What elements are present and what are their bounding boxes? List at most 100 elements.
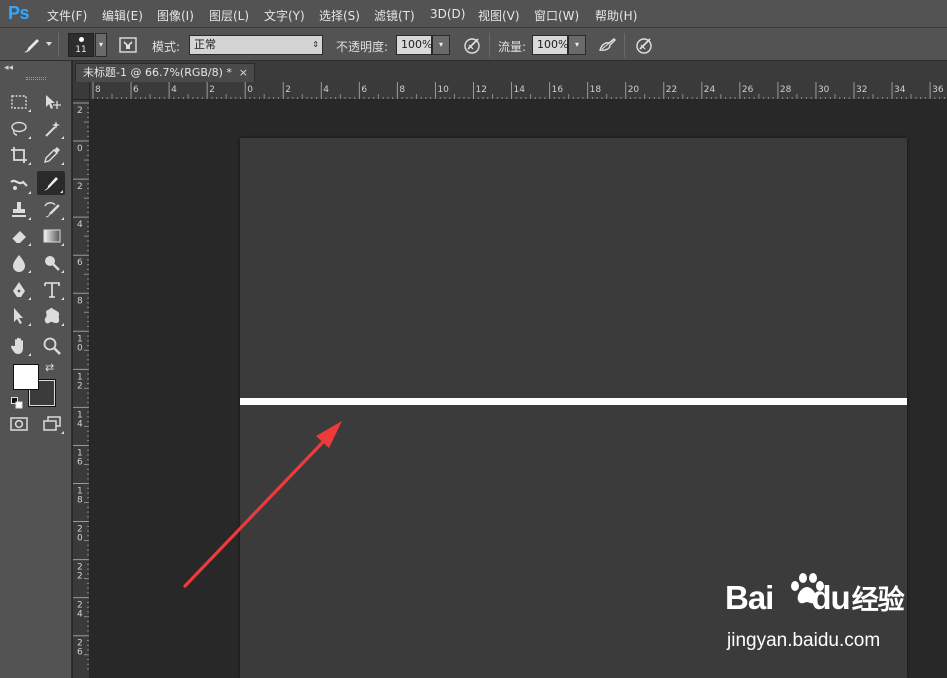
custom-shape-tool[interactable] xyxy=(38,304,66,328)
brush-preset-icon[interactable] xyxy=(20,34,42,56)
ruler-horizontal-label: 30 xyxy=(818,85,830,95)
spot-healing-tool[interactable] xyxy=(5,172,33,196)
baidu-jingyan-watermark: Bai du经验 jingyan.baidu.com xyxy=(725,573,945,678)
mode-select-chevron-icon: ⇕ xyxy=(312,40,319,49)
default-colors-icon[interactable] xyxy=(11,394,23,409)
hand-tool[interactable] xyxy=(5,334,33,358)
toolbox-grip[interactable] xyxy=(26,77,46,80)
ruler-vertical-label: 2 xyxy=(77,572,83,582)
menu-bar: Ps 文件(F) 编辑(E) 图像(I) 图层(L) 文字(Y) 选择(S) 滤… xyxy=(0,0,947,28)
ruler-horizontal-label: 8 xyxy=(95,85,101,95)
ruler-origin[interactable] xyxy=(73,82,90,100)
arrow-shaft xyxy=(183,440,325,588)
watermark-logo-bai: Bai xyxy=(725,579,774,616)
ruler-horizontal-label: 4 xyxy=(171,85,177,95)
watermark-url: jingyan.baidu.com xyxy=(727,630,881,651)
menu-3d[interactable]: 3D(D) xyxy=(430,7,465,21)
collapse-panel-icon[interactable]: ◂◂ xyxy=(4,63,13,73)
flow-input[interactable]: 100% xyxy=(532,35,568,55)
menu-image[interactable]: 图像(I) xyxy=(157,7,194,24)
separator xyxy=(624,33,625,57)
brush-panel-toggle-icon[interactable] xyxy=(117,34,139,56)
ruler-horizontal-label: 22 xyxy=(666,85,677,95)
ruler-horizontal-label: 16 xyxy=(552,85,564,95)
flow-dropdown-icon[interactable]: ▾ xyxy=(568,35,586,55)
menu-help[interactable]: 帮助(H) xyxy=(595,7,637,24)
ruler-vertical[interactable]: 202468101214161820222426 xyxy=(73,100,90,678)
brush-tool[interactable] xyxy=(37,171,65,195)
ruler-vertical-label: 0 xyxy=(77,144,83,154)
separator xyxy=(489,33,490,57)
ruler-horizontal-label: 32 xyxy=(856,85,867,95)
menu-filter[interactable]: 滤镜(T) xyxy=(374,7,415,24)
ruler-horizontal-label: 18 xyxy=(590,85,602,95)
quick-mask-icon[interactable] xyxy=(5,412,33,436)
marquee-tool[interactable] xyxy=(5,90,33,114)
brush-size-dropdown-icon[interactable]: ▾ xyxy=(95,33,107,57)
ruler-vertical-label: 4 xyxy=(77,419,83,429)
opacity-input[interactable]: 100% xyxy=(396,35,432,55)
ruler-vertical-label: 0 xyxy=(77,343,83,353)
path-selection-tool[interactable] xyxy=(5,304,33,328)
ruler-horizontal-label: 14 xyxy=(514,85,526,95)
eyedropper-tool[interactable] xyxy=(38,143,66,167)
ruler-horizontal-label: 24 xyxy=(704,85,716,95)
mode-select[interactable]: 正常 ⇕ xyxy=(189,35,323,55)
menu-type[interactable]: 文字(Y) xyxy=(264,7,305,24)
history-brush-tool[interactable] xyxy=(38,198,66,222)
ruler-horizontal-label: 8 xyxy=(399,85,405,95)
foreground-color-swatch[interactable] xyxy=(13,364,39,390)
ruler-horizontal-label: 36 xyxy=(932,85,944,95)
ruler-vertical-label: 0 xyxy=(77,534,83,544)
ruler-horizontal-label: 6 xyxy=(133,85,139,95)
document-tab-bar: 未标题-1 @ 66.7%(RGB/8) * × xyxy=(73,61,947,82)
ruler-horizontal-label: 28 xyxy=(780,85,792,95)
ruler-horizontal-label: 10 xyxy=(437,85,449,95)
flow-label: 流量: xyxy=(498,40,527,54)
swap-colors-icon[interactable]: ⇄ xyxy=(45,361,54,374)
lasso-tool[interactable] xyxy=(5,117,33,141)
baidu-paw-icon xyxy=(791,573,824,604)
mode-label: 模式: xyxy=(152,40,181,54)
menu-select[interactable]: 选择(S) xyxy=(319,7,360,24)
document-tab[interactable]: 未标题-1 @ 66.7%(RGB/8) * × xyxy=(75,63,255,82)
opacity-dropdown-icon[interactable]: ▾ xyxy=(432,35,450,55)
ruler-vertical-label: 4 xyxy=(77,220,83,230)
gradient-tool[interactable] xyxy=(38,224,66,248)
menu-window[interactable]: 窗口(W) xyxy=(534,7,579,24)
close-icon[interactable]: × xyxy=(239,64,248,81)
mode-value: 正常 xyxy=(194,38,216,51)
dodge-tool[interactable] xyxy=(38,251,66,275)
ruler-horizontal-label: 0 xyxy=(247,85,253,95)
ruler-horizontal-ticks: 8 6 4 2 0 2 4 6 8 10 12 14 16 18 20 22 24 26 28 30 32 34 36 xyxy=(92,82,945,99)
screen-mode-icon[interactable] xyxy=(38,412,66,436)
app-logo: Ps xyxy=(8,3,30,23)
pressure-size-icon[interactable] xyxy=(633,34,655,56)
clone-stamp-tool[interactable] xyxy=(5,198,33,222)
type-tool[interactable] xyxy=(38,278,66,302)
ruler-vertical-label: 6 xyxy=(77,457,83,467)
menu-layer[interactable]: 图层(L) xyxy=(209,7,249,24)
menu-edit[interactable]: 编辑(E) xyxy=(102,7,143,24)
magic-wand-tool[interactable] xyxy=(38,117,66,141)
ruler-vertical-label: 2 xyxy=(77,182,83,192)
ruler-vertical-label: 6 xyxy=(77,648,83,658)
ruler-vertical-ticks: 202468101214161820222426 xyxy=(73,102,89,670)
eraser-tool[interactable] xyxy=(5,224,33,248)
ruler-vertical-label: 4 xyxy=(77,610,83,620)
brush-preset-dropdown-icon[interactable] xyxy=(46,42,52,46)
crop-tool[interactable] xyxy=(5,143,33,167)
zoom-tool[interactable] xyxy=(38,334,66,358)
ruler-vertical-label: 6 xyxy=(77,258,83,268)
move-tool[interactable] xyxy=(38,90,66,114)
pen-tool[interactable] xyxy=(5,278,33,302)
pressure-opacity-icon[interactable] xyxy=(461,34,483,56)
ruler-horizontal[interactable]: 8 6 4 2 0 2 4 6 8 10 12 14 16 18 20 22 24 26 28 30 32 34 36 xyxy=(90,82,947,100)
ruler-horizontal-label: 2 xyxy=(285,85,291,95)
menu-view[interactable]: 视图(V) xyxy=(478,7,520,24)
brush-size-picker[interactable]: 11 xyxy=(68,33,94,57)
airbrush-icon[interactable] xyxy=(596,34,618,56)
blur-tool[interactable] xyxy=(5,251,33,275)
menu-file[interactable]: 文件(F) xyxy=(47,7,87,24)
toolbox: ◂◂ ⇄ xyxy=(0,61,72,678)
